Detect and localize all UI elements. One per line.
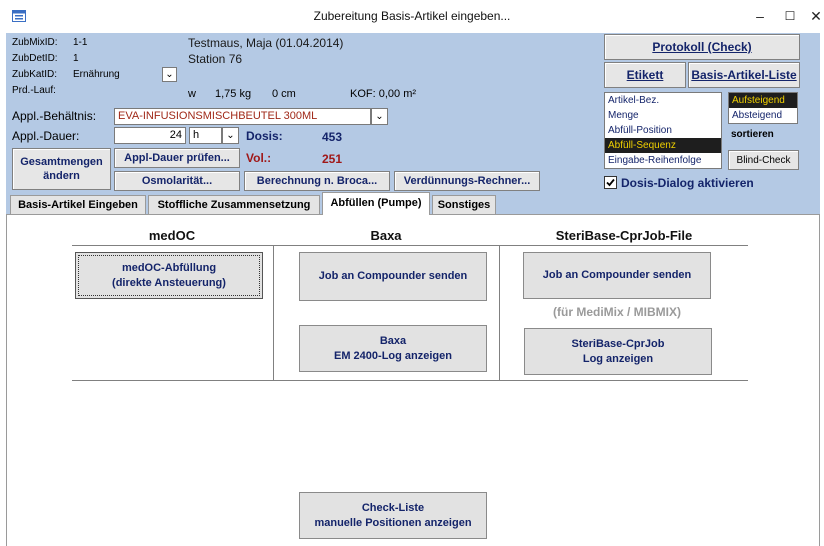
verduennungs-rechner-button[interactable]: Verdünnungs-Rechner... — [394, 171, 540, 191]
dosis-label: Dosis: — [246, 129, 283, 143]
etikett-button[interactable]: Etikett — [604, 62, 686, 88]
zubkatid-value: Ernährung — [73, 69, 120, 80]
zubmixid-label: ZubMixID: — [12, 37, 58, 48]
chevron-down-icon: ⌄ — [375, 111, 384, 122]
prdlauf-label: Prd.-Lauf: — [12, 85, 56, 96]
sort-option-selected[interactable]: Abfüll-Sequenz — [605, 138, 721, 153]
maximize-icon[interactable]: ☐ — [776, 3, 804, 29]
basis-artikel-liste-button[interactable]: Basis-Artikel-Liste — [688, 62, 800, 88]
behaeltnis-label: Appl.-Behältnis: — [12, 109, 97, 123]
tab-stoffliche-zusammensetzung[interactable]: Stoffliche Zusammensetzung — [148, 195, 320, 214]
order-option[interactable]: Absteigend — [729, 108, 797, 123]
order-option-selected[interactable]: Aufsteigend — [729, 93, 797, 108]
column-divider — [499, 245, 500, 380]
steribase-title: SteriBase-CprJob-File — [555, 228, 693, 243]
close-icon[interactable]: ✕ — [802, 3, 824, 29]
sort-order-list[interactable]: Aufsteigend Absteigend — [728, 92, 798, 124]
dauer-input[interactable]: 24 — [114, 127, 186, 144]
kof: KOF: 0,00 m² — [350, 88, 417, 100]
checkliste-button[interactable]: Check-Liste manuelle Positionen anzeigen — [299, 492, 487, 539]
patient-name: Testmaus, Maja (01.04.2014) — [188, 36, 344, 50]
dauer-unit-dropdown[interactable]: ⌄ — [222, 127, 239, 144]
sort-option[interactable]: Eingabe-Reihenfolge — [605, 153, 721, 168]
steribase-note: (für MediMix / MIBMIX) — [553, 305, 681, 319]
baxa-log-button[interactable]: Baxa EM 2400-Log anzeigen — [299, 325, 487, 372]
section-divider-bottom — [72, 380, 748, 381]
steribase-log-button[interactable]: SteriBase-CprJob Log anzeigen — [524, 328, 712, 375]
behaeltnis-dropdown[interactable]: ⌄ — [371, 108, 388, 125]
vol-value: 251 — [322, 152, 343, 166]
sort-option[interactable]: Artikel-Bez. — [605, 93, 721, 108]
blind-check-button[interactable]: Blind-Check — [728, 150, 799, 170]
dauer-label: Appl.-Dauer: — [12, 129, 80, 143]
sort-field-list[interactable]: Artikel-Bez. Menge Abfüll-Position Abfül… — [604, 92, 722, 169]
window-title: Zubereitung Basis-Artikel eingeben... — [313, 9, 511, 23]
medoc-abfuellung-button[interactable]: medOC-Abfüllung (direkte Ansteuerung) — [75, 252, 263, 299]
dauer-unit-select[interactable]: h — [189, 127, 222, 144]
osmolaritaet-button[interactable]: Osmolarität... — [114, 171, 240, 191]
zubkatid-dropdown[interactable]: ⌄ — [162, 67, 177, 82]
tab-abfuellen-pumpe[interactable]: Abfüllen (Pumpe) — [322, 192, 430, 215]
tab-sonstiges[interactable]: Sonstiges — [432, 195, 496, 214]
protokoll-button[interactable]: Protokoll (Check) — [604, 34, 800, 60]
sort-option[interactable]: Menge — [605, 108, 721, 123]
vol-label: Vol.: — [246, 151, 272, 165]
berechnung-broca-button[interactable]: Berechnung n. Broca... — [244, 171, 390, 191]
dosis-dialog-checkbox[interactable] — [604, 176, 617, 189]
medoc-title: medOC — [148, 228, 196, 243]
baxa-title: Baxa — [370, 228, 402, 243]
dosis-value: 453 — [322, 130, 343, 144]
minimize-icon[interactable]: – — [746, 3, 774, 29]
chevron-down-icon: ⌄ — [226, 130, 235, 141]
chevron-down-icon: ⌄ — [165, 69, 174, 80]
sort-label: sortieren — [731, 129, 774, 140]
zubdetid-label: ZubDetID: — [12, 53, 58, 64]
station: Station 76 — [188, 52, 243, 66]
behaeltnis-field[interactable]: EVA-INFUSIONSMISCHBEUTEL 300ML — [114, 108, 371, 125]
appl-dauer-pruefen-button[interactable]: Appl-Dauer prüfen... — [114, 148, 240, 168]
zubmixid-value: 1-1 — [73, 37, 88, 48]
zubkatid-label: ZubKatID: — [12, 69, 58, 80]
weight: 1,75 kg — [215, 88, 252, 100]
tab-basis-artikel[interactable]: Basis-Artikel Eingeben — [10, 195, 146, 214]
baxa-send-job-button[interactable]: Job an Compounder senden — [299, 252, 487, 301]
checkmark-icon — [606, 178, 615, 187]
weight-prefix: w — [188, 88, 196, 100]
gesamtmengen-button[interactable]: Gesamtmengen ändern — [12, 148, 111, 190]
steribase-send-job-button[interactable]: Job an Compounder senden — [523, 252, 711, 299]
height: 0 cm — [272, 88, 296, 100]
column-divider — [273, 245, 274, 380]
zubdetid-value: 1 — [73, 53, 79, 64]
section-divider-top — [72, 245, 748, 246]
dosis-dialog-label: Dosis-Dialog aktivieren — [621, 176, 754, 190]
sort-option[interactable]: Abfüll-Position — [605, 123, 721, 138]
